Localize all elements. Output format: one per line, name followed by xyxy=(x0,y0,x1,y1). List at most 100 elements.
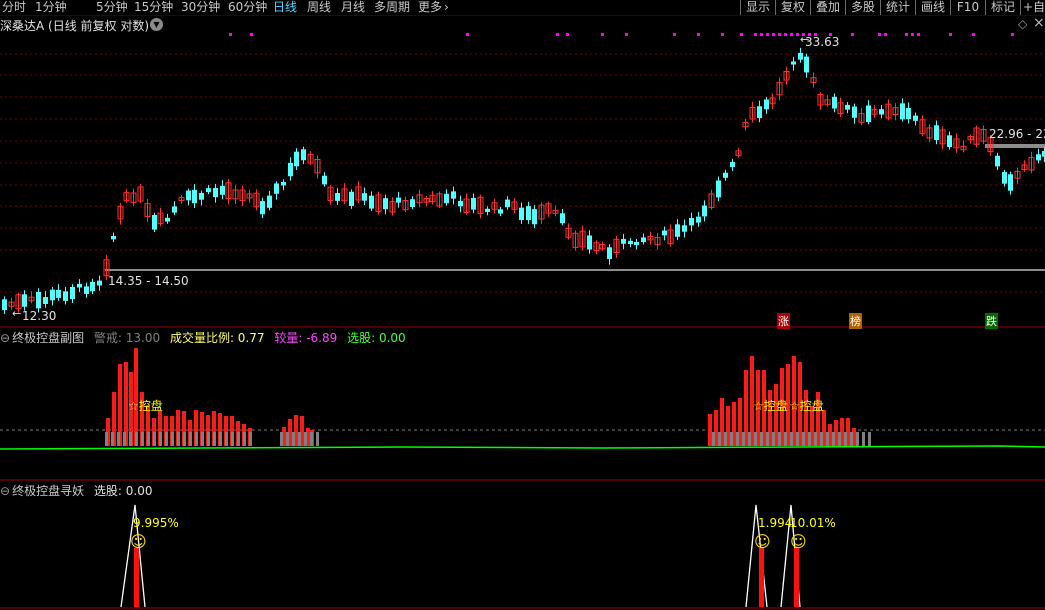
display-button[interactable]: 显示 xyxy=(740,0,775,15)
candle-body xyxy=(50,289,55,301)
candle-body xyxy=(696,216,701,223)
period-tab-daily[interactable]: 日线 xyxy=(273,0,297,15)
candle-body xyxy=(716,180,721,198)
panel1-title: 终极控盘副图 xyxy=(12,331,85,345)
candle-body xyxy=(662,230,667,236)
candle-body xyxy=(90,281,95,292)
candle-body xyxy=(192,189,197,204)
tag-bang: 榜 xyxy=(849,313,862,329)
candle-body xyxy=(519,207,524,221)
candle-body xyxy=(730,161,735,168)
candle-body xyxy=(852,106,857,118)
panel1-gray-bar xyxy=(159,432,162,446)
panel2-red-bar xyxy=(794,548,799,607)
panel1-gray-bar xyxy=(129,432,132,446)
panel1-gray-bar xyxy=(820,432,823,446)
panel2-spikes xyxy=(120,504,801,608)
panel1-gray-bar xyxy=(213,432,216,446)
candle-body xyxy=(267,195,272,208)
candle-body xyxy=(900,103,905,120)
multi-stock-button[interactable]: 多股 xyxy=(845,0,880,15)
panel1-gray-bar xyxy=(231,432,234,446)
candle-body xyxy=(260,201,265,215)
chevron-down-icon[interactable]: ▼ xyxy=(150,18,163,31)
low-price-label: 12.30 xyxy=(22,309,57,323)
candle-body xyxy=(682,225,687,232)
range-label: 14.35 - 14.50 xyxy=(108,274,189,288)
f10-button[interactable]: F10 xyxy=(950,0,985,15)
period-tab-more[interactable]: 更多 xyxy=(418,0,442,15)
candle-body xyxy=(77,283,82,288)
panel2-toggle-icon[interactable]: ⊖ xyxy=(0,484,10,498)
candle-body xyxy=(641,237,646,243)
period-tab-5min[interactable]: 5分钟 xyxy=(96,0,128,15)
panel1-gray-bar xyxy=(292,432,295,446)
period-tab-30min[interactable]: 30分钟 xyxy=(181,0,220,15)
panel1-gray-bar xyxy=(754,432,757,446)
panel1-gray-bar xyxy=(796,432,799,446)
mark-button[interactable]: 标记 xyxy=(985,0,1020,15)
panel1-red-bar xyxy=(708,414,712,446)
period-tab-weekly[interactable]: 周线 xyxy=(307,0,331,15)
candle-body xyxy=(410,199,415,208)
period-tab-15min[interactable]: 15分钟 xyxy=(134,0,173,15)
panel1-gray-bar xyxy=(868,432,871,446)
overlay-button[interactable]: 叠加 xyxy=(810,0,845,15)
candle-body xyxy=(804,56,809,73)
candle-body xyxy=(322,175,327,185)
adjust-button[interactable]: 复权 xyxy=(775,0,810,15)
candle-body xyxy=(702,205,707,217)
period-tab-1min[interactable]: 1分钟 xyxy=(35,0,67,15)
candle-body xyxy=(798,52,803,60)
candle-body xyxy=(2,299,7,311)
candle-body xyxy=(934,125,939,141)
candle-body xyxy=(383,198,388,210)
candle-body xyxy=(832,96,837,109)
panel1-gray-bar xyxy=(772,432,775,446)
panel1-gray-bar xyxy=(298,432,301,446)
candle-body xyxy=(458,200,463,207)
candle-body xyxy=(444,193,449,204)
stats-button[interactable]: 统计 xyxy=(880,0,915,15)
panel1-gray-bar xyxy=(838,432,841,446)
panel2-red-bar xyxy=(134,548,139,607)
grid-lines xyxy=(0,53,1045,293)
draw-line-button[interactable]: 画线 xyxy=(915,0,950,15)
close-icon[interactable]: × xyxy=(1033,15,1045,31)
period-tab-monthly[interactable]: 月线 xyxy=(341,0,365,15)
candle-body xyxy=(111,235,116,240)
panel1-gray-bar xyxy=(844,432,847,446)
panel1-gray-bar xyxy=(123,432,126,446)
candle-body xyxy=(349,191,354,206)
chevron-right-icon: › xyxy=(444,0,449,14)
candle-body xyxy=(532,209,537,225)
panel1-gray-bar xyxy=(310,432,313,446)
candle-body xyxy=(587,235,592,250)
candle-body xyxy=(995,155,1000,167)
candle-body xyxy=(396,197,401,203)
candle-body xyxy=(220,185,225,195)
panel1-gray-bar xyxy=(850,432,853,446)
panel1-gray-bar xyxy=(814,432,817,446)
candle-body xyxy=(281,181,286,186)
period-tab-fenshi[interactable]: 分时 xyxy=(2,0,26,15)
spike-label-3: 10.01% xyxy=(790,516,836,530)
gear-icon[interactable]: ◇ xyxy=(1018,17,1027,31)
panel1-gray-bar xyxy=(280,432,283,446)
add-watchlist-button[interactable]: +自选 xyxy=(1020,0,1045,15)
candle-body xyxy=(56,289,61,298)
period-tab-60min[interactable]: 60分钟 xyxy=(228,0,267,15)
candle-body xyxy=(152,214,157,230)
period-tab-multi[interactable]: 多周期 xyxy=(374,0,410,15)
panel2-header: ⊖ 终极控盘寻妖 选股: 0.00 xyxy=(0,482,158,498)
candle-body xyxy=(36,291,41,309)
spike-label-2: 1.994 xyxy=(758,516,793,530)
smiley-icon: ☺ xyxy=(130,532,147,551)
panel1-gray-bar xyxy=(135,432,138,446)
panel1-toggle-icon[interactable]: ⊖ xyxy=(0,331,10,345)
smiley-icon: ☺ xyxy=(790,532,807,551)
candle-body xyxy=(84,286,89,294)
panel1-gray-bar xyxy=(718,432,721,446)
candle-body xyxy=(498,209,503,214)
candle-body xyxy=(172,206,177,213)
